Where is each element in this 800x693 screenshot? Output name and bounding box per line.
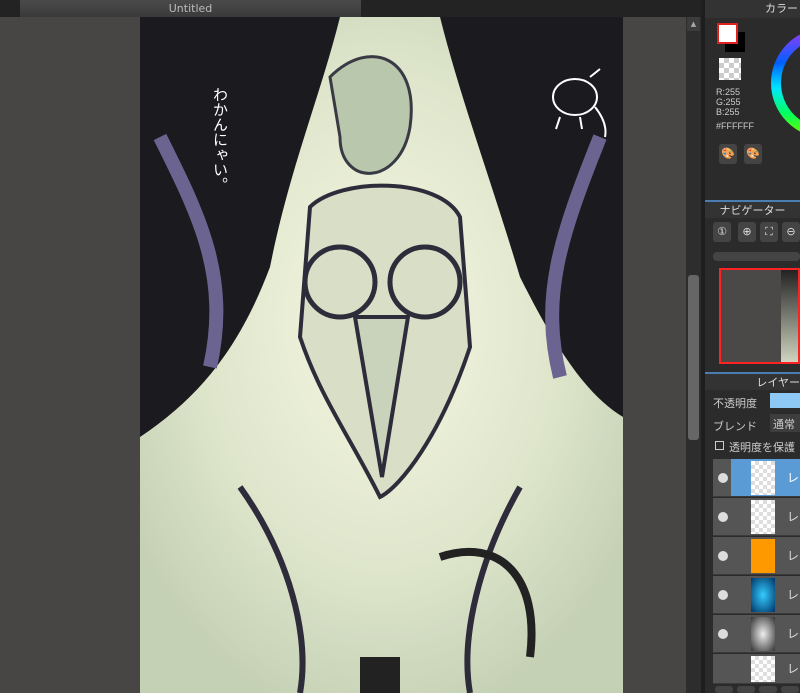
layer-action-buttons (713, 686, 800, 693)
workspace: わかんにゃい。 (0, 17, 686, 693)
merge-layer-icon[interactable] (759, 686, 777, 693)
foreground-color-swatch[interactable] (717, 23, 738, 44)
navigator-preview[interactable] (719, 268, 800, 364)
visibility-icon[interactable] (718, 629, 728, 639)
blue-value: B:255 (716, 107, 740, 117)
layer-item[interactable]: レ (713, 615, 800, 653)
layer-name: レ (787, 510, 800, 524)
protect-alpha-checkbox[interactable] (715, 441, 724, 450)
document-tab-bar: Untitled (0, 0, 706, 17)
hex-value: #FFFFFF (716, 121, 754, 131)
canvas-handwritten-text: わかんにゃい。 (211, 87, 229, 192)
protect-alpha-label: 透明度を保護 (729, 442, 795, 454)
layer-name: レ (787, 471, 800, 485)
scroll-thumb[interactable] (688, 275, 699, 440)
visibility-icon[interactable] (718, 512, 728, 522)
layer-thumbnail (751, 500, 775, 534)
right-panel: カラー R:255 G:255 B:255 #FFFFFF 🎨 🎨 ナビゲーター… (701, 0, 800, 693)
opacity-label: 不透明度 (713, 398, 757, 410)
document-tab[interactable]: Untitled (20, 0, 362, 17)
layer-item[interactable]: レ (713, 654, 800, 684)
layer-thumbnail (751, 461, 775, 495)
layer-name: レ (787, 662, 800, 676)
layer-name: レ (787, 549, 800, 563)
blend-label: ブレンド (713, 421, 757, 433)
palette-icon[interactable]: 🎨 (719, 144, 737, 164)
drawing-canvas[interactable]: わかんにゃい。 (140, 17, 623, 693)
opacity-slider[interactable] (770, 393, 800, 408)
zoom-actual-size-icon[interactable]: ① (713, 222, 731, 242)
zoom-in-icon[interactable]: ⊕ (738, 222, 756, 242)
palette-edit-icon[interactable]: 🎨 (744, 144, 762, 164)
layer-item[interactable]: レ (713, 576, 800, 614)
layer-name: レ (787, 588, 800, 602)
red-value: R:255 (716, 87, 741, 97)
layer-panel-header: レイヤー (705, 372, 800, 390)
layer-item[interactable]: レ (713, 459, 800, 497)
layer-item[interactable]: レ (713, 537, 800, 575)
green-value: G:255 (716, 97, 741, 107)
new-layer-icon[interactable] (715, 686, 733, 693)
layer-thumbnail (751, 539, 775, 573)
fit-screen-icon[interactable]: ⛶ (760, 222, 778, 242)
vertical-scrollbar[interactable]: ▲ (686, 17, 701, 693)
rgb-readout: R:255 G:255 B:255 #FFFFFF (716, 87, 754, 131)
transparent-color-swatch[interactable] (719, 58, 741, 80)
layer-thumbnail (751, 578, 775, 612)
scroll-up-arrow-icon[interactable]: ▲ (687, 17, 700, 31)
color-panel-header: カラー (705, 0, 800, 18)
color-wheel[interactable] (771, 28, 800, 138)
layer-name: レ (787, 627, 800, 641)
duplicate-layer-icon[interactable] (737, 686, 755, 693)
navigator-panel-header: ナビゲーター (705, 200, 800, 218)
visibility-icon[interactable] (718, 590, 728, 600)
zoom-out-icon[interactable]: ⊖ (782, 222, 800, 242)
blend-mode-select[interactable]: 通常 (770, 414, 800, 432)
navigator-zoom-slider[interactable] (713, 252, 800, 261)
artwork: わかんにゃい。 (140, 17, 623, 693)
layer-item[interactable]: レ (713, 498, 800, 536)
layer-thumbnail (751, 617, 775, 651)
layer-settings-icon[interactable] (781, 686, 799, 693)
visibility-icon[interactable] (718, 551, 728, 561)
layer-thumbnail (751, 656, 775, 682)
visibility-icon[interactable] (718, 473, 728, 483)
